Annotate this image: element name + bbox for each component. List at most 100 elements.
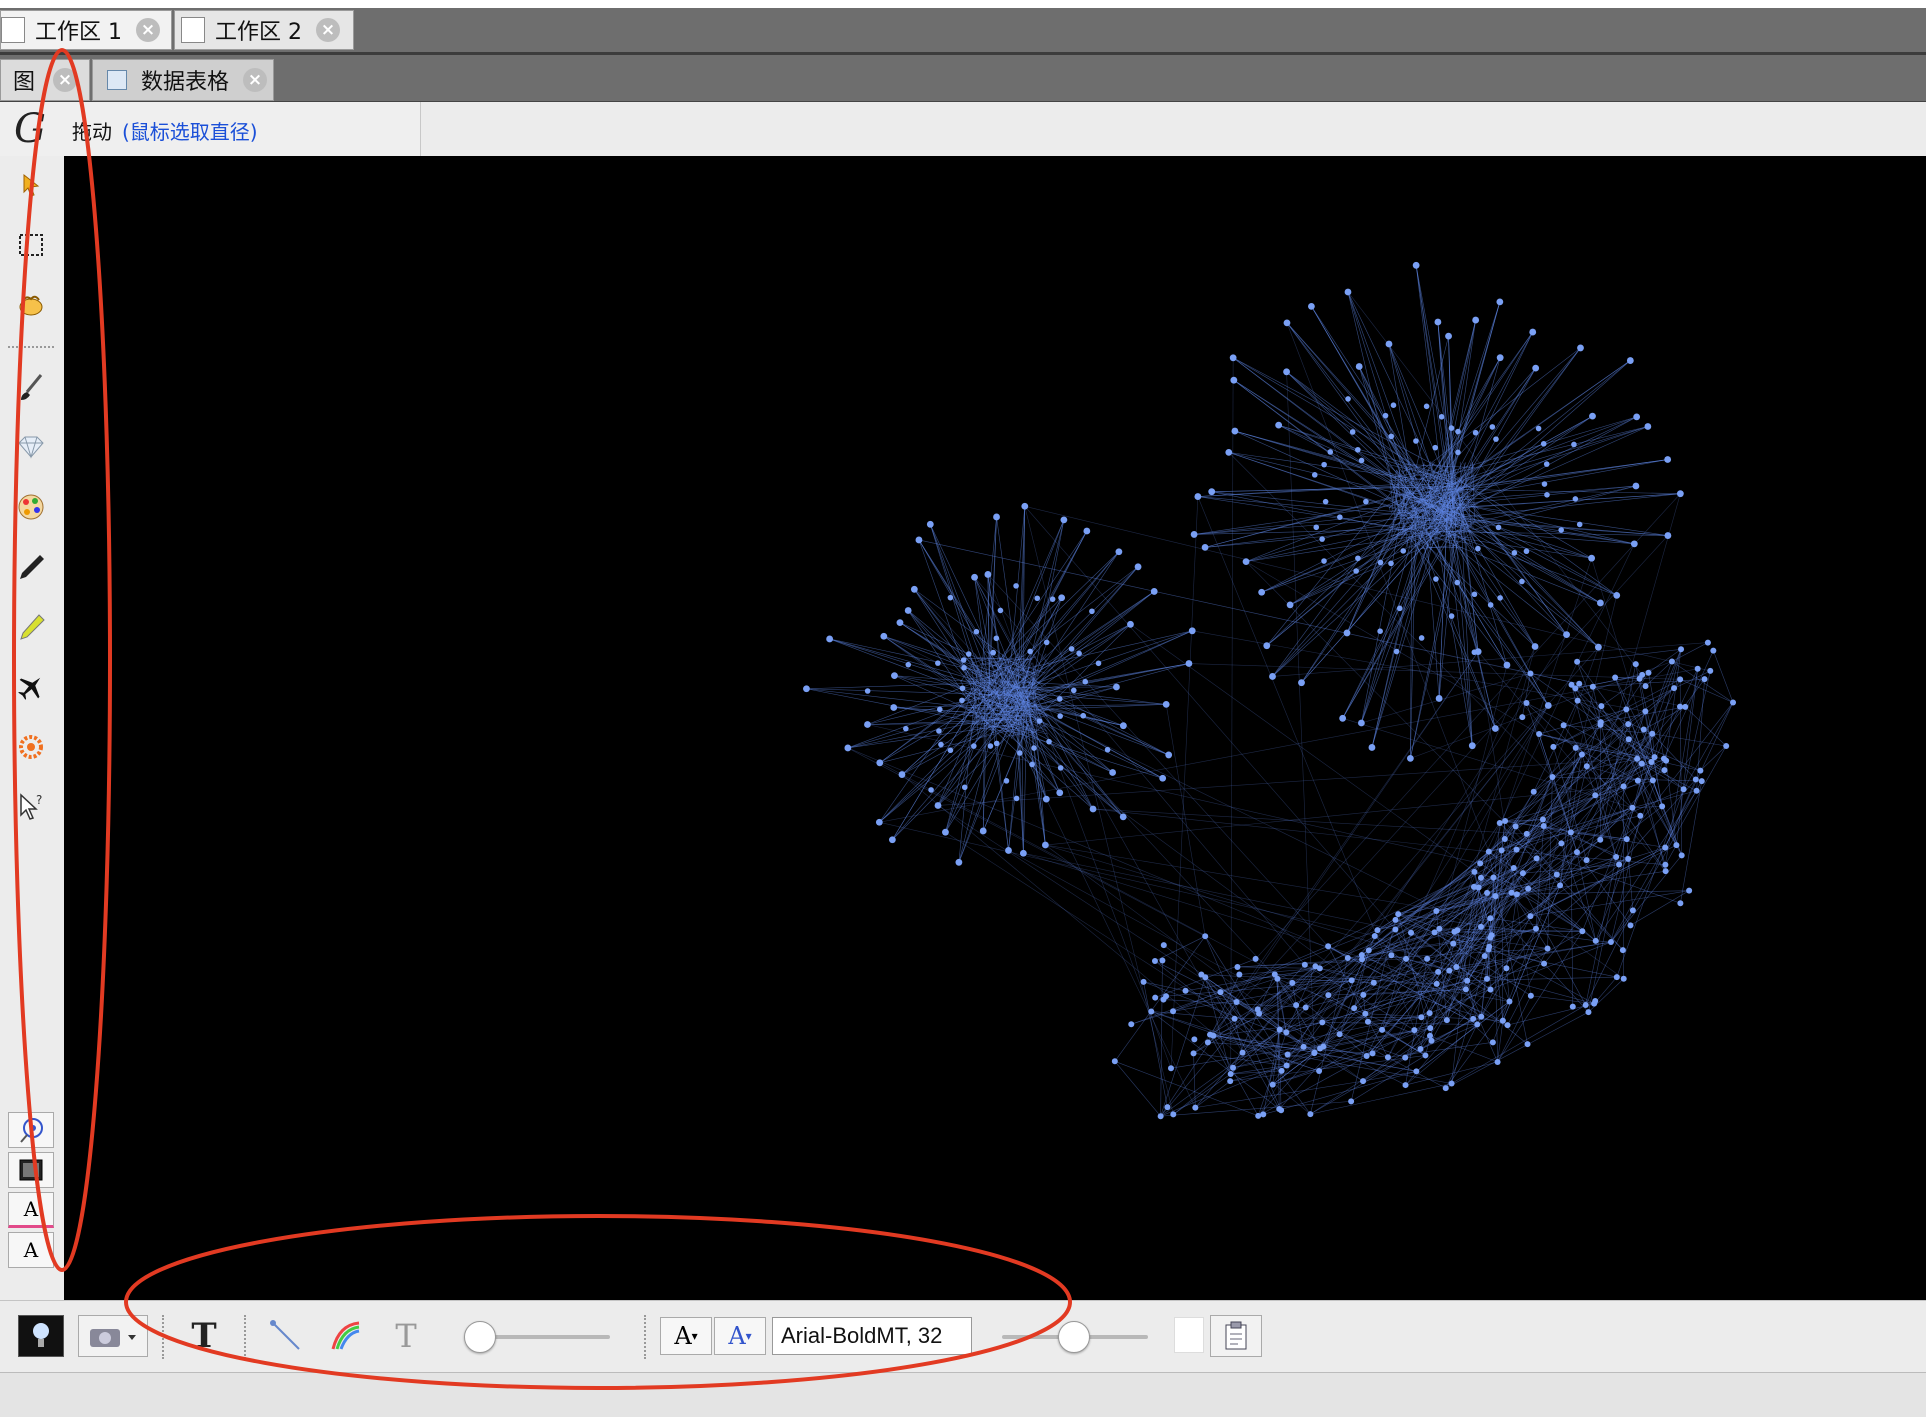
graph-node: [1418, 1014, 1424, 1020]
dropdown-icon: ▾: [692, 1329, 698, 1343]
graph-node: [1488, 602, 1494, 608]
graph-node: [1198, 972, 1204, 978]
clipboard-button[interactable]: [1210, 1315, 1262, 1357]
font-color-button[interactable]: A▾: [714, 1317, 766, 1355]
graph-node: [1355, 555, 1361, 561]
text-tool-button[interactable]: T: [184, 1315, 224, 1357]
graph-node: [1355, 447, 1361, 453]
graph-node: [916, 537, 923, 544]
graph-node: [1631, 540, 1638, 547]
graph-node: [1624, 836, 1630, 842]
graph-node: [1371, 980, 1377, 986]
graph-canvas[interactable]: [64, 156, 1926, 1300]
label-font-button[interactable]: A: [8, 1232, 54, 1268]
graph-node: [1478, 924, 1484, 930]
graph-node: [1598, 703, 1604, 709]
graph-node: [1472, 591, 1478, 597]
edge-tool-button[interactable]: [266, 1315, 306, 1357]
graph-node: [1069, 646, 1075, 652]
graph-node: [1730, 699, 1736, 705]
graph-node: [1403, 1082, 1409, 1088]
close-icon[interactable]: ×: [243, 68, 267, 92]
graph-node: [1372, 933, 1378, 939]
graph-node: [1514, 847, 1520, 853]
font-size-button[interactable]: A▾: [660, 1317, 712, 1355]
graph-node: [1579, 928, 1585, 934]
graph-node: [980, 828, 987, 835]
graph-node: [1391, 402, 1397, 408]
graph-node: [1160, 997, 1166, 1003]
graph-node: [1413, 1068, 1419, 1074]
graph-node: [1659, 803, 1665, 809]
label-size-slider-knob[interactable]: [1058, 1321, 1090, 1353]
graph-node: [1695, 666, 1701, 672]
graph-toolbar: G 拖动(鼠标选取直径): [0, 102, 421, 156]
graph-node: [1499, 847, 1505, 853]
graph-node: [1115, 548, 1122, 555]
graph-node: [1561, 722, 1567, 728]
graph-node: [1413, 262, 1420, 269]
light-bulb-icon: [28, 1320, 54, 1352]
graph-node: [1474, 1021, 1480, 1027]
graph-node: [1678, 646, 1684, 652]
graph-node: [971, 574, 978, 581]
drag-mode-label: 拖动(鼠标选取直径): [72, 116, 258, 145]
tab-workspace-2[interactable]: 工作区 2 ×: [174, 10, 354, 50]
lasso-hand-icon[interactable]: [14, 288, 48, 322]
tab-graph[interactable]: 图 ×: [0, 59, 90, 101]
paintbrush-icon[interactable]: [14, 370, 48, 404]
font-selector[interactable]: Arial-BoldMT, 32: [772, 1317, 972, 1355]
edge-scale-slider-knob[interactable]: [464, 1321, 496, 1353]
graph-node: [1574, 849, 1580, 855]
node-labels-toggle[interactable]: [18, 1315, 64, 1357]
graph-node: [890, 704, 897, 711]
graph-node: [959, 698, 965, 704]
graph-node: [1496, 298, 1503, 305]
color-palette-icon[interactable]: [14, 490, 48, 524]
rectangle-select-icon[interactable]: [14, 228, 48, 262]
graph-node: [1536, 731, 1542, 737]
graph-node: [1434, 981, 1440, 987]
edge-color-button[interactable]: [326, 1315, 366, 1357]
close-icon[interactable]: ×: [136, 18, 160, 42]
close-icon[interactable]: ×: [53, 68, 77, 92]
graph-node: [1159, 775, 1166, 782]
graph-node: [1004, 778, 1010, 784]
graph-node: [1429, 1038, 1435, 1044]
graph-node: [1339, 715, 1346, 722]
highlighter-icon[interactable]: [14, 610, 48, 644]
status-bar: [0, 1372, 1926, 1417]
screenshot-button[interactable]: [78, 1315, 148, 1357]
graph-node: [1512, 550, 1518, 556]
pointer-question-icon[interactable]: ?: [14, 790, 48, 824]
background-box-icon[interactable]: [8, 1152, 54, 1188]
graph-node: [1240, 1050, 1246, 1056]
graph-node: [1613, 854, 1619, 860]
graph-node: [1031, 745, 1037, 751]
graph-node: [1369, 744, 1376, 751]
center-graph-icon[interactable]: [8, 1112, 54, 1148]
graph-node: [1513, 823, 1519, 829]
label-color-button[interactable]: A: [8, 1192, 54, 1228]
tab-data-table[interactable]: 数据表格 ×: [92, 59, 274, 101]
graph-node: [1046, 739, 1052, 745]
graph-node: [1572, 685, 1578, 691]
sun-flower-icon[interactable]: [14, 730, 48, 764]
graph-node: [1455, 450, 1461, 456]
graph-node: [803, 685, 810, 692]
edge-label-button[interactable]: T: [386, 1315, 426, 1357]
drag-hint: (鼠标选取直径): [122, 120, 258, 144]
graph-node: [1388, 561, 1394, 567]
graph-node: [1364, 1053, 1370, 1059]
diamond-icon[interactable]: [14, 430, 48, 464]
airplane-icon[interactable]: [14, 670, 48, 704]
font-color-glyph: A: [728, 1322, 745, 1350]
background-color-swatch[interactable]: [1174, 1317, 1204, 1353]
graph-node: [1527, 913, 1533, 919]
pointer-icon[interactable]: [14, 168, 48, 202]
graph-node: [1505, 1022, 1511, 1028]
close-icon[interactable]: ×: [316, 18, 340, 42]
graph-node: [1490, 424, 1496, 430]
tab-workspace-1[interactable]: 工作区 1 ×: [0, 10, 172, 50]
pencil-icon[interactable]: [14, 550, 48, 584]
